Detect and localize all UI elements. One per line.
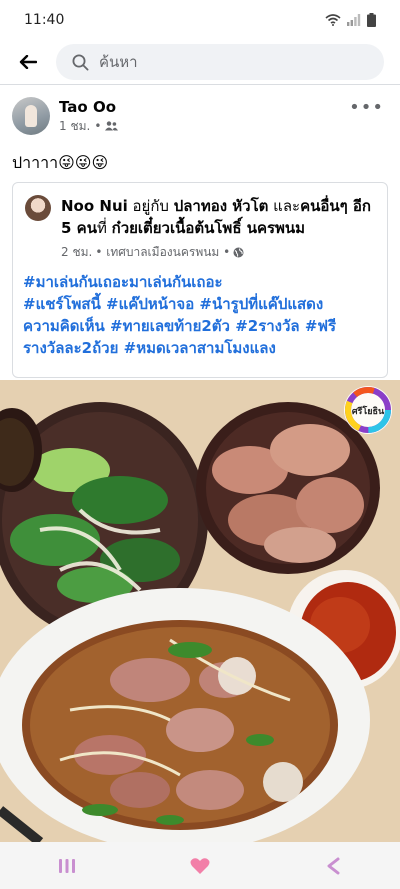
place-link[interactable]: ก๋วยเตี๋ยวเนื้อต้นโพธิ์ นครพนม <box>112 219 305 237</box>
home-button[interactable] <box>170 846 230 886</box>
search-input[interactable]: ค้นหา <box>56 44 384 80</box>
search-row: ค้นหา <box>0 40 400 84</box>
system-nav-bar <box>0 842 400 889</box>
hashtag-line[interactable]: #แชร์โพสนี้ #แค๊ปหน้าจอ #นำรูปที่แค๊ปแสด… <box>23 293 383 315</box>
shared-time[interactable]: 2 ชม. <box>61 243 92 262</box>
friends-audience-icon <box>105 121 119 131</box>
photo-watermark: ศรีโยธิน <box>352 405 385 417</box>
hashtag-line[interactable]: ความคิดเห็น #ทายเลขท้าย2ตัว #2รางวัล #ฟร… <box>23 315 383 337</box>
tagged-friend[interactable]: ปลาทอง หัวโต <box>174 197 269 215</box>
header-divider <box>0 84 400 85</box>
with-word: อยู่กับ <box>127 197 174 215</box>
search-icon <box>72 54 89 70</box>
shared-header: Noo Nui อยู่กับ ปลาทอง หัวโต และคนอื่นๆ … <box>25 195 381 239</box>
recents-icon <box>58 858 75 873</box>
post-header: Tao Oo 1 ชม. • ••• <box>12 95 388 137</box>
wifi-icon <box>325 14 341 26</box>
shared-post-card[interactable]: Noo Nui อยู่กับ ปลาทอง หัวโต และคนอื่นๆ … <box>12 182 388 378</box>
signal-icon <box>347 14 361 26</box>
status-time: 11:40 <box>24 12 65 28</box>
post-photo[interactable]: ศรีโยธิน <box>0 380 400 842</box>
at-word: ที่ <box>96 219 112 237</box>
hashtag-line[interactable]: #มาเล่นกันเถอะมาเล่นกันเถอะ <box>23 271 383 293</box>
home-icon <box>190 857 210 874</box>
back-button[interactable] <box>8 42 48 82</box>
shared-meta: 2 ชม. • เทศบาลเมืองนครพนม • <box>61 243 244 262</box>
status-bar: 11:40 <box>0 0 400 40</box>
hashtags: #มาเล่นกันเถอะมาเล่นกันเถอะ #แชร์โพสนี้ … <box>23 271 383 359</box>
back-nav-button[interactable] <box>303 846 363 886</box>
food-photo: ศรีโยธิน <box>0 380 400 842</box>
hashtag-line[interactable]: รางวัลละ2ถ้วย #หมดเวลาสามโมงแลง <box>23 337 383 359</box>
arrow-left-icon <box>19 55 37 69</box>
author-block: Tao Oo 1 ชม. • <box>59 97 119 135</box>
post-text: ปาาาา😜😜😜 <box>12 153 109 172</box>
globe-icon <box>233 247 244 258</box>
back-nav-icon <box>327 857 340 874</box>
shared-title: Noo Nui อยู่กับ ปลาทอง หัวโต และคนอื่นๆ … <box>61 195 381 239</box>
shared-author-name[interactable]: Noo Nui <box>61 197 128 215</box>
search-placeholder: ค้นหา <box>99 53 138 71</box>
post-meta: 1 ชม. • <box>59 117 119 135</box>
post-author-name[interactable]: Tao Oo <box>59 97 118 117</box>
battery-icon <box>367 13 376 27</box>
and-word: และ <box>268 197 301 215</box>
recents-button[interactable] <box>37 846 97 886</box>
avatar[interactable] <box>12 97 50 135</box>
meta-separator: • <box>94 119 102 133</box>
shared-author-avatar[interactable] <box>25 195 51 221</box>
shared-location: • เทศบาลเมืองนครพนม • <box>95 245 231 259</box>
status-icons <box>325 13 376 27</box>
more-options-icon[interactable]: ••• <box>349 97 384 118</box>
post-time[interactable]: 1 ชม. <box>59 117 90 135</box>
